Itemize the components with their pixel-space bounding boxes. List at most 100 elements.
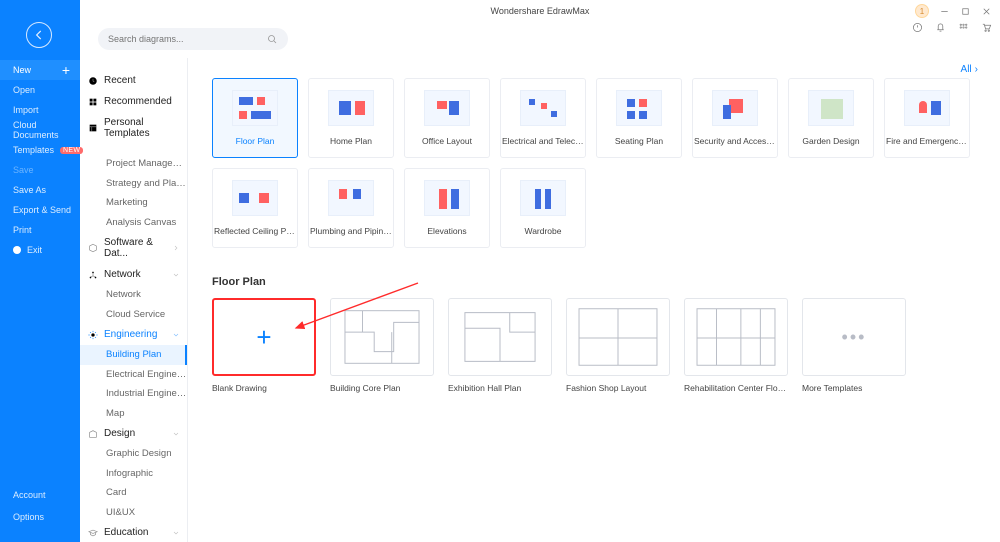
template-label: Blank Drawing [212,383,316,393]
category-label: Garden Design [802,136,859,146]
sec-sub[interactable]: Map [80,404,187,424]
content-area: All› Floor Plan Home Plan Office Layout … [188,58,1000,542]
search-input[interactable] [108,34,266,44]
template-card[interactable]: Rehabilitation Center Floor Pl... [684,298,788,393]
floorplan-icon [449,299,551,375]
nav-options[interactable]: Options [0,506,80,528]
section-title: Floor Plan [212,276,980,288]
back-button[interactable] [26,22,52,48]
sec-sub[interactable]: Infographic [80,464,187,484]
category-label: Office Layout [422,136,472,146]
sec-sub[interactable]: UI&UX [80,503,187,523]
sec-sub-building-plan[interactable]: Building Plan [80,345,187,365]
template-card[interactable]: Fashion Shop Layout [566,298,670,393]
all-link[interactable]: All› [961,64,978,75]
sec-network[interactable]: Network [80,264,187,285]
category-card[interactable]: Electrical and Telecom... [500,78,586,158]
category-card[interactable]: Wardrobe [500,168,586,248]
sec-sub[interactable]: Analysis Canvas [80,213,187,233]
primary-nav-list: New Open Import Cloud Documents Template… [0,60,80,260]
nav-cloud-documents[interactable]: Cloud Documents [0,120,80,140]
grid-menu-icon[interactable] [958,22,969,33]
exit-bullet-icon [13,246,21,254]
close-icon[interactable] [981,6,992,17]
template-blank-drawing[interactable]: + Blank Drawing [212,298,316,393]
nav-import[interactable]: Import [0,100,80,120]
minimize-icon[interactable] [939,6,950,17]
alert-icon[interactable] [912,22,923,33]
category-label: Seating Plan [615,136,663,146]
nav-save-as[interactable]: Save As [0,180,80,200]
chevron-down-icon [172,529,180,537]
floorplan-icon [567,299,669,375]
category-label: Plumbing and Piping ... [310,226,392,236]
template-thumb: + [212,298,316,376]
category-card[interactable]: Security and Access Pl... [692,78,778,158]
sec-sub[interactable]: Card [80,483,187,503]
app-title: Wondershare EdrawMax [491,6,590,16]
category-card[interactable]: Home Plan [308,78,394,158]
design-icon [88,429,98,439]
sec-education[interactable]: Education [80,522,187,542]
sec-sub[interactable]: Project Management [80,154,187,174]
template-label: Building Core Plan [330,383,434,393]
arrow-left-icon [32,28,46,42]
floorplan-icon [685,299,787,375]
top-bar: Wondershare EdrawMax 1 [80,0,1000,58]
nav-export-send[interactable]: Export & Send [0,200,80,220]
category-floor-plan[interactable]: Floor Plan [212,78,298,158]
sec-software-data[interactable]: Software & Dat... [80,232,187,264]
nav-print[interactable]: Print [0,220,80,240]
sec-sub[interactable]: Marketing [80,193,187,213]
maximize-icon[interactable] [960,6,971,17]
sidebar-primary: New Open Import Cloud Documents Template… [0,0,80,542]
nav-account[interactable]: Account [0,484,80,506]
nav-exit[interactable]: Exit [0,240,80,260]
category-card[interactable]: Reflected Ceiling Plan [212,168,298,248]
notification-badge[interactable]: 1 [915,4,929,18]
category-label: Reflected Ceiling Plan [214,226,296,236]
window-controls: 1 [915,4,992,18]
template-card[interactable]: Building Core Plan [330,298,434,393]
sec-sub[interactable]: Strategy and Planni... [80,174,187,194]
bell-icon[interactable] [935,22,946,33]
category-card[interactable]: Plumbing and Piping ... [308,168,394,248]
template-icon [88,123,98,133]
cube-icon [88,243,98,253]
floorplan-icon [331,299,433,375]
category-label: Elevations [427,226,466,236]
category-card[interactable]: Garden Design [788,78,874,158]
sec-design[interactable]: Design [80,423,187,444]
category-card[interactable]: Elevations [404,168,490,248]
sec-engineering[interactable]: Engineering [80,324,187,345]
plus-icon: + [256,322,271,353]
category-label: Electrical and Telecom... [502,136,584,146]
template-grid: + Blank Drawing Building Core Plan Exhib… [212,298,980,393]
nav-templates[interactable]: Templates NEW [0,140,80,160]
sec-sub[interactable]: Graphic Design [80,444,187,464]
sec-personal-templates[interactable]: Personal Templates [80,112,187,144]
nav-save: Save [0,160,80,180]
category-card[interactable]: Fire and Emergency Pl... [884,78,970,158]
category-card[interactable]: Office Layout [404,78,490,158]
sec-recent[interactable]: Recent [80,70,187,91]
primary-bottom-nav: Account Options [0,484,80,528]
template-label: Fashion Shop Layout [566,383,670,393]
nav-open[interactable]: Open [0,80,80,100]
chevron-down-icon [172,430,180,438]
template-label: More Templates [802,383,906,393]
template-more[interactable]: ••• More Templates [802,298,906,393]
sec-sub[interactable]: Industrial Engineeri... [80,384,187,404]
sec-sub[interactable]: Electrical Engineering [80,365,187,385]
search-icon [266,33,278,45]
network-icon [88,270,98,280]
template-label: Exhibition Hall Plan [448,383,552,393]
nav-new[interactable]: New [0,60,80,80]
category-card[interactable]: Seating Plan [596,78,682,158]
sec-sub[interactable]: Cloud Service [80,305,187,325]
cart-icon[interactable] [981,22,992,33]
sec-recommended[interactable]: Recommended [80,91,187,112]
search-box[interactable] [98,28,288,50]
sec-sub[interactable]: Network [80,285,187,305]
template-card[interactable]: Exhibition Hall Plan [448,298,552,393]
